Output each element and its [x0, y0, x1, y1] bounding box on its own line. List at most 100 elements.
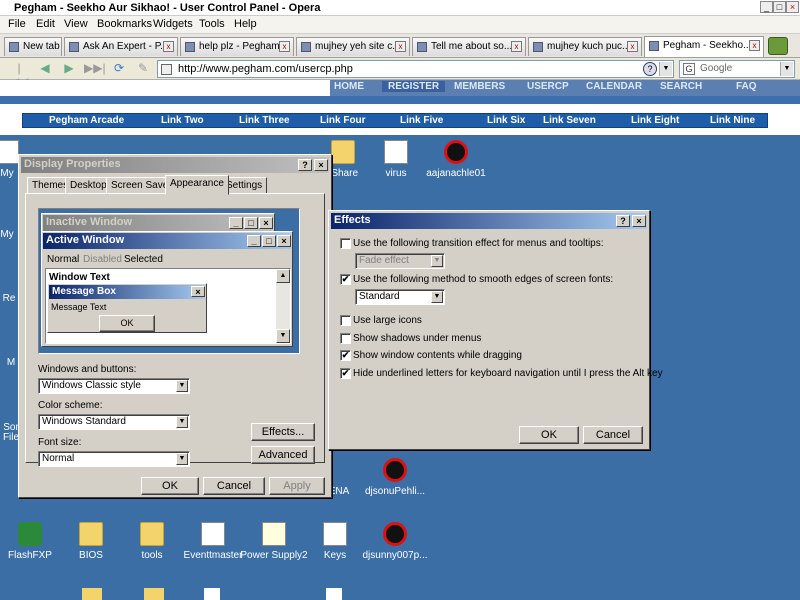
tab-close-icon[interactable]: x — [163, 41, 174, 52]
folder-icon — [79, 522, 103, 546]
tab-panel: Inactive Window _ □ × Active Window _ □ … — [25, 193, 325, 467]
tab-close-icon[interactable]: x — [749, 40, 760, 51]
nav-search[interactable]: SEARCH — [660, 81, 702, 92]
effects-titlebar: Effects ? × — [331, 213, 647, 229]
link-three[interactable]: Link Three — [239, 115, 290, 126]
maximize-button[interactable]: □ — [773, 1, 786, 13]
nav-usercp[interactable]: USERCP — [527, 81, 569, 92]
tab-ask-expert[interactable]: Ask An Expert - P... x — [64, 37, 178, 56]
back-icon[interactable]: ◀ — [36, 61, 54, 77]
drag-contents-checkbox[interactable]: ✔ — [340, 350, 351, 361]
folder-icon[interactable] — [82, 588, 102, 600]
folder-icon[interactable] — [144, 588, 164, 600]
desktop-icon-eventtmaster[interactable]: Eventtmaster — [178, 522, 248, 561]
search-input[interactable]: G Google ▼ — [679, 60, 795, 78]
link-nine[interactable]: Link Nine — [710, 115, 755, 126]
link-eight[interactable]: Link Eight — [631, 115, 679, 126]
tab-close-icon[interactable]: x — [395, 41, 406, 52]
hide-underline-checkbox[interactable]: ✔ — [340, 368, 351, 379]
close-button[interactable]: × — [632, 215, 646, 227]
link-two[interactable]: Link Two — [161, 115, 204, 126]
color-scheme-select[interactable]: Windows Standard ▼ — [38, 414, 190, 430]
tab-appearance[interactable]: Appearance — [165, 175, 229, 195]
link-six[interactable]: Link Six — [487, 115, 525, 126]
close-button[interactable]: × — [314, 159, 328, 171]
help-button[interactable]: ? — [616, 215, 630, 227]
tab-close-icon[interactable]: x — [279, 41, 290, 52]
preview-menu-normal: Normal — [47, 254, 80, 265]
smooth-fonts-select[interactable]: Standard ▼ — [355, 289, 445, 305]
ok-button[interactable]: OK — [141, 477, 199, 495]
help-button[interactable]: ? — [298, 159, 312, 171]
info-icon[interactable]: ? — [643, 62, 657, 76]
effects-button[interactable]: Effects... — [251, 423, 315, 441]
font-size-label: Font size: — [38, 437, 82, 448]
link-five[interactable]: Link Five — [400, 115, 443, 126]
chevron-down-icon: ▼ — [431, 291, 443, 303]
font-size-select[interactable]: Normal ▼ — [38, 451, 190, 467]
advanced-button[interactable]: Advanced — [251, 446, 315, 464]
chevron-down-icon: ▼ — [176, 453, 188, 465]
page-icon — [649, 41, 659, 51]
new-tab-button[interactable]: New tab — [4, 37, 62, 56]
new-tab-icon — [9, 42, 19, 52]
transition-effect-select[interactable]: Fade effect ▼ — [355, 253, 445, 269]
close-browser-button[interactable]: × — [786, 1, 799, 13]
forward-icon[interactable]: ▶ — [60, 61, 78, 77]
preview-menu-selected: Selected — [124, 254, 163, 265]
tab-help-plz[interactable]: help plz - Pegham... x — [180, 37, 294, 56]
nav-register[interactable]: REGISTER — [382, 81, 446, 92]
link-pegham-arcade[interactable]: Pegham Arcade — [49, 115, 124, 126]
chevron-down-icon[interactable]: ▼ — [659, 62, 672, 76]
tab-close-icon[interactable]: x — [511, 41, 522, 52]
desktop-icon-bios[interactable]: BIOS — [56, 522, 126, 561]
desktop-icon-aajanachle01[interactable]: aajanachle01 — [421, 140, 491, 179]
desktop-icon-tools[interactable]: tools — [117, 522, 187, 561]
page-icon — [417, 42, 427, 52]
trash-can-icon[interactable] — [768, 37, 788, 55]
address-input[interactable]: http://www.pegham.com/usercp.php ? ▼ — [157, 60, 674, 78]
nav-calendar[interactable]: CALENDAR — [586, 81, 642, 92]
effects-ok-button[interactable]: OK — [519, 426, 579, 444]
nav-home[interactable]: HOME — [334, 81, 364, 92]
link-four[interactable]: Link Four — [320, 115, 366, 126]
page-icon — [185, 42, 195, 52]
tab-tell-me[interactable]: Tell me about so... x — [412, 37, 526, 56]
tab-desktop[interactable]: Desktop — [65, 177, 112, 194]
tab-close-icon[interactable]: x — [627, 41, 638, 52]
menu-shadows-checkbox[interactable] — [340, 333, 351, 344]
menu-widgets[interactable]: Widgets — [153, 18, 193, 30]
document-icon[interactable] — [204, 588, 220, 600]
smooth-fonts-checkbox[interactable]: ✔ — [340, 274, 351, 285]
menu-tools[interactable]: Tools — [199, 18, 225, 30]
tab-mujhey-yeh[interactable]: mujhey yeh site c... x — [296, 37, 410, 56]
link-seven[interactable]: Link Seven — [543, 115, 596, 126]
menu-file[interactable]: File — [8, 18, 26, 30]
edit-icon[interactable]: ✎ — [134, 61, 152, 77]
fast-forward-icon[interactable]: ▶▶| — [84, 61, 106, 77]
transition-effect-checkbox[interactable] — [340, 238, 351, 249]
menu-edit[interactable]: Edit — [36, 18, 55, 30]
menu-help[interactable]: Help — [234, 18, 257, 30]
pdf-icon[interactable] — [326, 588, 342, 600]
cancel-button[interactable]: Cancel — [203, 477, 265, 495]
desktop-icon-djsonupehli[interactable]: djsonuPehli... — [360, 458, 430, 497]
menu-bookmarks[interactable]: Bookmarks — [97, 18, 152, 30]
large-icons-checkbox[interactable] — [340, 315, 351, 326]
rewind-icon[interactable]: |◀◀ — [10, 61, 28, 89]
minimize-icon: _ — [247, 235, 261, 247]
preview-ok-button: OK — [99, 315, 155, 332]
chevron-down-icon[interactable]: ▼ — [780, 62, 793, 76]
desktop-icon-power-supply2[interactable]: Power Supply2 — [239, 522, 309, 561]
menu-view[interactable]: View — [64, 18, 88, 30]
tab-mujhey-kuch[interactable]: mujhey kuch puc... x — [528, 37, 642, 56]
tab-pegham-active[interactable]: Pegham - Seekho... x — [644, 36, 764, 57]
nav-faq[interactable]: FAQ — [736, 81, 757, 92]
nav-members[interactable]: MEMBERS — [454, 81, 505, 92]
apply-button[interactable]: Apply — [269, 477, 325, 495]
reload-icon[interactable]: ⟳ — [110, 61, 128, 77]
minimize-button[interactable]: _ — [760, 1, 773, 13]
windows-buttons-select[interactable]: Windows Classic style ▼ — [38, 378, 190, 394]
desktop-icon-djsunny007[interactable]: djsunny007p... — [360, 522, 430, 561]
effects-cancel-button[interactable]: Cancel — [583, 426, 643, 444]
